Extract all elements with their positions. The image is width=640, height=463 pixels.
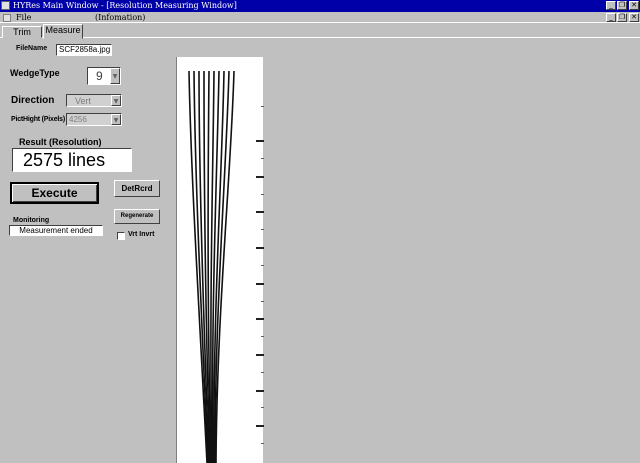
menu-information[interactable]: (Infomation) bbox=[95, 12, 145, 23]
minimize-icon: _ bbox=[609, 1, 613, 9]
scale-minor-tick bbox=[261, 301, 264, 302]
scale-minor-tick bbox=[261, 194, 264, 195]
restore-button[interactable]: ❐ bbox=[617, 1, 627, 10]
vrt-invrt-label: Vrt Invrt bbox=[128, 231, 155, 238]
result-label: Result (Resolution) bbox=[19, 137, 102, 147]
wedge-image-view[interactable] bbox=[176, 57, 264, 463]
document-icon[interactable] bbox=[3, 14, 11, 22]
scale-tick bbox=[256, 354, 264, 356]
menu-file[interactable]: File bbox=[16, 12, 31, 23]
pict-height-label: PictHight (Pixels) bbox=[11, 116, 65, 123]
scale-tick bbox=[256, 318, 264, 320]
menu-bar: File (Infomation) _ ❐ ✕ bbox=[0, 12, 640, 23]
child-close-button[interactable]: ✕ bbox=[629, 13, 639, 22]
resolution-wedge-image bbox=[188, 70, 235, 463]
scale-minor-tick bbox=[261, 372, 264, 373]
window-title: HYRes Main Window - [Resolution Measurin… bbox=[13, 1, 237, 10]
close-icon: ✕ bbox=[631, 1, 637, 9]
restore-icon: ❐ bbox=[618, 1, 626, 9]
scale-tick bbox=[256, 283, 264, 285]
minimize-button[interactable]: _ bbox=[606, 1, 616, 10]
child-minimize-button[interactable]: _ bbox=[606, 13, 616, 22]
direction-label: Direction bbox=[11, 95, 55, 106]
close-button[interactable]: ✕ bbox=[629, 1, 639, 10]
direction-select[interactable]: Vert ▼ bbox=[66, 94, 122, 107]
app-icon[interactable] bbox=[1, 1, 10, 10]
scale-minor-tick bbox=[261, 158, 264, 159]
scale-minor-tick bbox=[261, 407, 264, 408]
scale-minor-tick bbox=[261, 265, 264, 266]
scale-tick bbox=[256, 390, 264, 392]
scale-minor-tick bbox=[261, 229, 264, 230]
scale-tick bbox=[256, 140, 264, 142]
execute-button[interactable]: Execute bbox=[10, 182, 99, 204]
filename-label: FileName bbox=[16, 45, 48, 52]
wedge-type-select[interactable]: 9 ▼ bbox=[87, 67, 121, 85]
monitoring-field: Measurement ended bbox=[9, 225, 103, 236]
chevron-down-icon[interactable]: ▼ bbox=[110, 68, 120, 84]
pict-height-value: 4256 bbox=[69, 115, 87, 124]
wedge-type-label: WedgeType bbox=[10, 68, 60, 78]
chevron-down-icon[interactable]: ▼ bbox=[111, 114, 121, 125]
tab-strip: Trim Measure bbox=[0, 24, 640, 39]
chevron-down-icon[interactable]: ▼ bbox=[111, 95, 121, 106]
child-restore-button[interactable]: ❐ bbox=[617, 13, 627, 22]
detrcrd-button[interactable]: DetRcrd bbox=[114, 180, 160, 197]
vrt-invrt-checkbox[interactable] bbox=[117, 232, 125, 240]
tab-measure[interactable]: Measure bbox=[43, 24, 83, 39]
regenerate-button[interactable]: Regenerate bbox=[114, 209, 160, 224]
scale-tick bbox=[256, 211, 264, 213]
result-field: 2575 lines bbox=[12, 148, 132, 172]
wedge-type-value: 9 bbox=[96, 69, 103, 83]
scale-minor-tick bbox=[261, 336, 264, 337]
title-bar: HYRes Main Window - [Resolution Measurin… bbox=[0, 0, 640, 12]
scale-tick bbox=[256, 176, 264, 178]
close-icon: ✕ bbox=[631, 13, 637, 21]
scale-tick bbox=[256, 247, 264, 249]
direction-value: Vert bbox=[75, 96, 92, 106]
tab-trim[interactable]: Trim bbox=[2, 26, 42, 38]
restore-icon: ❐ bbox=[618, 13, 626, 21]
filename-field: SCF2858a.jpg bbox=[56, 44, 112, 56]
monitoring-label: Monitoring bbox=[13, 217, 50, 224]
scale-minor-tick bbox=[261, 443, 264, 444]
scale-tick bbox=[256, 425, 264, 427]
minimize-icon: _ bbox=[609, 13, 613, 21]
scale-minor-tick bbox=[261, 106, 264, 107]
pict-height-select[interactable]: 4256 ▼ bbox=[66, 113, 122, 126]
